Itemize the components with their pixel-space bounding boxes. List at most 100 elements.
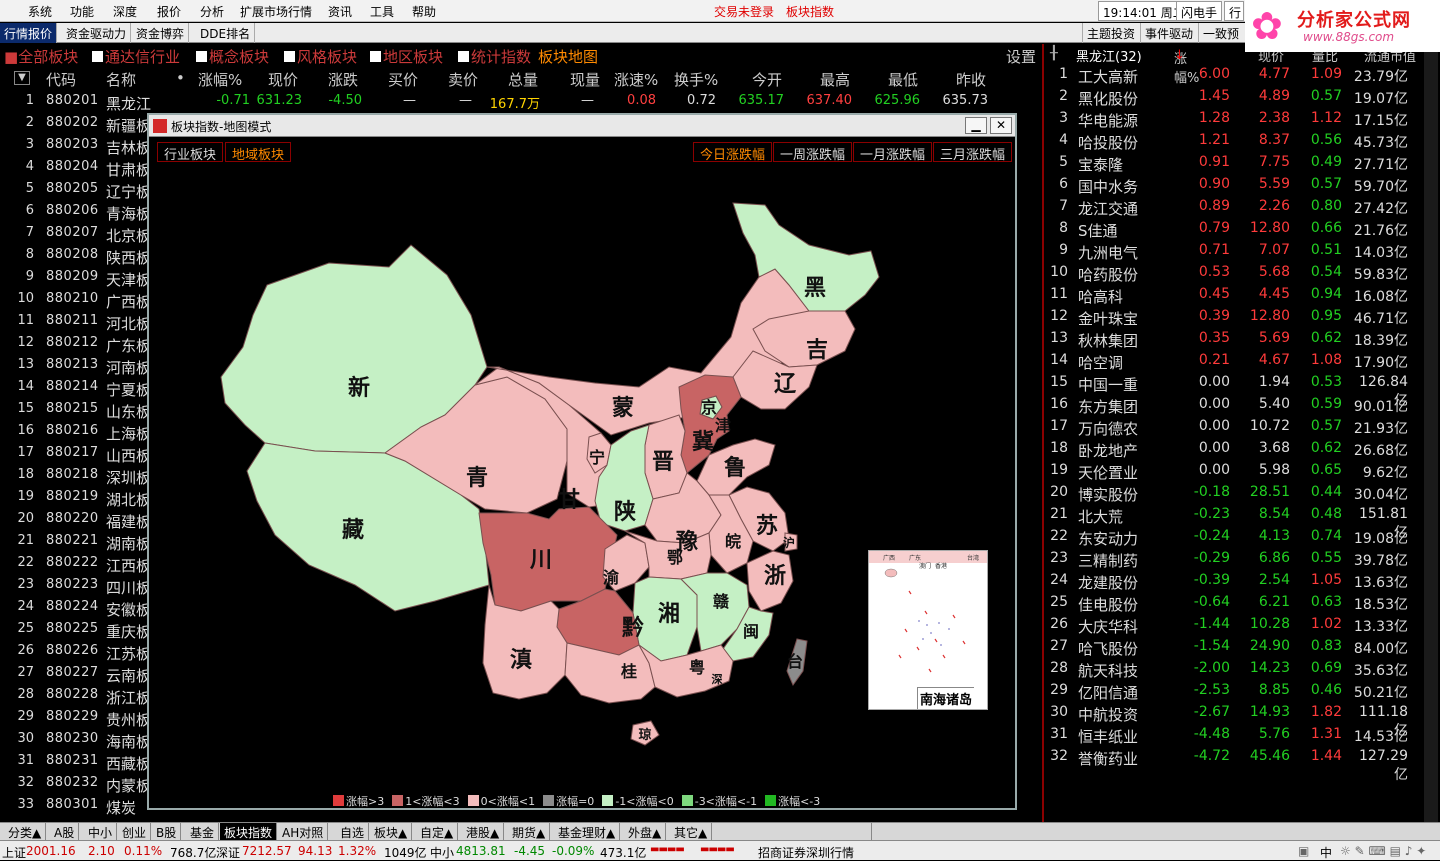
constituent-row[interactable]: 26 大庆华科 -1.44 10.28 1.02 13.33亿 (1046, 614, 1440, 636)
col-low[interactable]: 最低 (888, 69, 918, 90)
col-diff[interactable]: 涨跌 (328, 69, 358, 90)
constituent-row[interactable]: 1 工大高新 6.00 4.77 1.09 23.79亿 (1046, 64, 1440, 86)
bottom-tab[interactable]: 其它▲ (670, 823, 713, 841)
menu-depth[interactable]: 深度 (113, 3, 137, 20)
bottom-tab[interactable]: 外盘▲ (624, 823, 667, 841)
col-name[interactable]: 名称 (106, 69, 136, 90)
col-open[interactable]: 今开 (752, 69, 782, 90)
constituent-row[interactable]: 19 天伦置业 0.00 5.98 0.65 9.62亿 (1046, 460, 1440, 482)
col-prev-close[interactable]: 昨收 (956, 69, 986, 90)
constituent-row[interactable]: 25 佳电股份 -0.64 6.21 0.63 18.53亿 (1046, 592, 1440, 614)
constituent-row[interactable]: 15 中国一重 0.00 1.94 0.53 126.84亿 (1046, 372, 1440, 409)
constituent-row[interactable]: 24 龙建股份 -0.39 2.54 1.05 13.63亿 (1046, 570, 1440, 592)
broker-server[interactable]: 招商证券深圳行情 (758, 844, 854, 861)
constituent-row[interactable]: 3 华电能源 1.28 2.38 1.12 17.15亿 (1046, 108, 1440, 130)
menu-info[interactable]: 资讯 (328, 3, 352, 20)
flash-trade-button[interactable]: 闪电手 (1176, 1, 1223, 21)
bottom-tab[interactable]: 板块▲ (370, 823, 413, 841)
bottom-tab[interactable]: 港股▲ (462, 823, 505, 841)
constituent-row[interactable]: 18 卧龙地产 0.00 3.68 0.62 26.68亿 (1046, 438, 1440, 460)
filter-sector-map[interactable]: 板块地图 (538, 46, 598, 67)
constituent-row[interactable]: 28 航天科技 -2.00 14.23 0.69 35.63亿 (1046, 658, 1440, 680)
constituent-row[interactable]: 31 恒丰纸业 -4.48 5.76 1.31 14.53亿 (1046, 724, 1440, 746)
col-cur-volume[interactable]: 现量 (570, 69, 600, 90)
sort-toggle-icon[interactable]: ▼ (14, 71, 30, 85)
status-tray-more[interactable]: ☼ ✎ ⌨ ▤ ♪ ✦ (1340, 844, 1426, 858)
constituent-row[interactable]: 22 东安动力 -0.24 4.13 0.74 19.08亿 (1046, 526, 1440, 548)
panel-divider[interactable] (1042, 44, 1044, 822)
constituent-row[interactable]: 5 宝泰隆 0.91 7.75 0.49 27.71亿 (1046, 152, 1440, 174)
col-high[interactable]: 最高 (820, 69, 850, 90)
filter-all[interactable]: ■全部板块 (4, 46, 78, 67)
tab-event-drive[interactable]: 事件驱动 (1140, 23, 1197, 43)
bottom-tab[interactable]: 板块指数 (220, 823, 278, 841)
bottom-tab[interactable]: 分类▲ (4, 823, 47, 841)
constituent-row[interactable]: 17 万向德农 0.00 10.72 0.57 21.93亿 (1046, 416, 1440, 438)
menu-function[interactable]: 功能 (70, 3, 94, 20)
constituent-row[interactable]: 14 哈空调 0.21 4.67 1.08 17.90亿 (1046, 350, 1440, 372)
col-bid[interactable]: 买价 (388, 69, 418, 90)
col-turnover[interactable]: 换手% (674, 69, 718, 90)
panel-pin-icon[interactable]: ╂ (1050, 46, 1058, 61)
filter-concept[interactable]: 概念板块 (196, 46, 269, 67)
constituent-row[interactable]: 13 秋林集团 0.35 5.69 0.62 18.39亿 (1046, 328, 1440, 350)
menu-ext-market[interactable]: 扩展市场行情 (240, 3, 312, 20)
tab-quotes[interactable]: 行情报价 (0, 23, 58, 43)
flash-trade-button-2[interactable]: 行 (1224, 1, 1244, 21)
bottom-scrollbar[interactable] (816, 823, 872, 841)
bottom-tab[interactable]: 基金理财▲ (554, 823, 621, 841)
constituent-row[interactable]: 23 三精制药 -0.29 6.86 0.55 39.78亿 (1046, 548, 1440, 570)
constituent-row[interactable]: 20 博实股份 -0.18 28.51 0.44 30.04亿 (1046, 482, 1440, 504)
tab-fund-game[interactable]: 资金博弈 (132, 23, 190, 43)
col-change-pct[interactable]: 涨幅% (198, 69, 242, 90)
constituent-row[interactable]: 6 国中水务 0.90 5.59 0.57 59.70亿 (1046, 174, 1440, 196)
constituent-row[interactable]: 8 S佳通 0.79 12.80 0.66 21.76亿 (1046, 218, 1440, 240)
right-scrollbar[interactable] (1424, 44, 1438, 822)
constituent-row[interactable]: 30 中航投资 -2.67 14.93 1.82 111.18亿 (1046, 702, 1440, 739)
filter-industry[interactable]: 通达信行业 (92, 46, 180, 67)
bottom-tab[interactable]: 创业 (118, 823, 152, 841)
col-code[interactable]: 代码 (46, 69, 76, 90)
col-price[interactable]: 现价 (268, 69, 298, 90)
bottom-tab[interactable]: 期货▲ (508, 823, 551, 841)
table-row[interactable]: 1 880201 黑龙江 -0.71 631.23 -4.50 — — 167.7万 — 0.08 0… (0, 90, 1042, 113)
constituent-row[interactable]: 2 黑化股份 1.45 4.89 0.57 19.07亿 (1046, 86, 1440, 108)
tab-theme-invest[interactable]: 主题投资 (1082, 23, 1139, 43)
menu-quote[interactable]: 报价 (157, 3, 181, 20)
menu-analysis[interactable]: 分析 (200, 3, 224, 20)
constituent-row[interactable]: 21 北大荒 -0.23 8.54 0.48 151.81亿 (1046, 504, 1440, 541)
menu-tools[interactable]: 工具 (370, 3, 394, 20)
constituent-row[interactable]: 16 东方集团 0.00 5.40 0.59 90.01亿 (1046, 394, 1440, 416)
filter-style[interactable]: 风格板块 (284, 46, 357, 67)
bottom-tab[interactable]: AH对照 (278, 823, 329, 841)
col-ask[interactable]: 卖价 (448, 69, 478, 90)
constituent-row[interactable]: 10 哈药股份 0.53 5.68 0.54 59.83亿 (1046, 262, 1440, 284)
col-speed[interactable]: 涨速% (614, 69, 658, 90)
constituent-row[interactable]: 4 哈投股份 1.21 8.37 0.56 45.73亿 (1046, 130, 1440, 152)
bottom-tab[interactable]: 中小 (84, 823, 118, 841)
constituent-row[interactable]: 11 哈高科 0.45 4.45 0.94 16.08亿 (1046, 284, 1440, 306)
constituent-row[interactable]: 12 金叶珠宝 0.39 12.80 0.95 46.71亿 (1046, 306, 1440, 328)
constituent-row[interactable]: 7 龙江交通 0.89 2.26 0.80 27.42亿 (1046, 196, 1440, 218)
bottom-tab[interactable]: 自选 (336, 823, 370, 841)
constituent-row[interactable]: 32 誉衡药业 -4.72 45.46 1.44 127.29亿 (1046, 746, 1440, 783)
tab-dde-rank[interactable]: DDE排名 (196, 23, 256, 43)
bottom-tab[interactable]: 自定▲ (416, 823, 459, 841)
ime-indicator[interactable]: 中 (1320, 844, 1332, 861)
filter-region[interactable]: 地区板块 (370, 46, 443, 67)
tab-fund-drive[interactable]: 资金驱动力 (62, 23, 132, 43)
menu-system[interactable]: 系统 (28, 3, 52, 20)
trade-status[interactable]: 交易未登录 (714, 3, 774, 20)
tab-consensus[interactable]: 一致预 (1198, 23, 1246, 43)
menu-help[interactable]: 帮助 (412, 3, 436, 20)
constituent-row[interactable]: 29 亿阳信通 -2.53 8.85 0.46 50.21亿 (1046, 680, 1440, 702)
filter-stat-index[interactable]: 统计指数 (458, 46, 531, 67)
bottom-tab[interactable]: B股 (152, 823, 182, 841)
status-tray-icons[interactable]: ▣ (1298, 844, 1309, 858)
col-volume[interactable]: 总量 (508, 69, 538, 90)
bottom-tab[interactable]: A股 (50, 823, 80, 841)
constituent-row[interactable]: 9 九洲电气 0.71 7.07 0.51 14.03亿 (1046, 240, 1440, 262)
constituent-row[interactable]: 27 哈飞股份 -1.54 24.90 0.83 84.00亿 (1046, 636, 1440, 658)
settings-link[interactable]: 设置 (1006, 46, 1036, 67)
bottom-tab[interactable]: 基金 (186, 823, 220, 841)
